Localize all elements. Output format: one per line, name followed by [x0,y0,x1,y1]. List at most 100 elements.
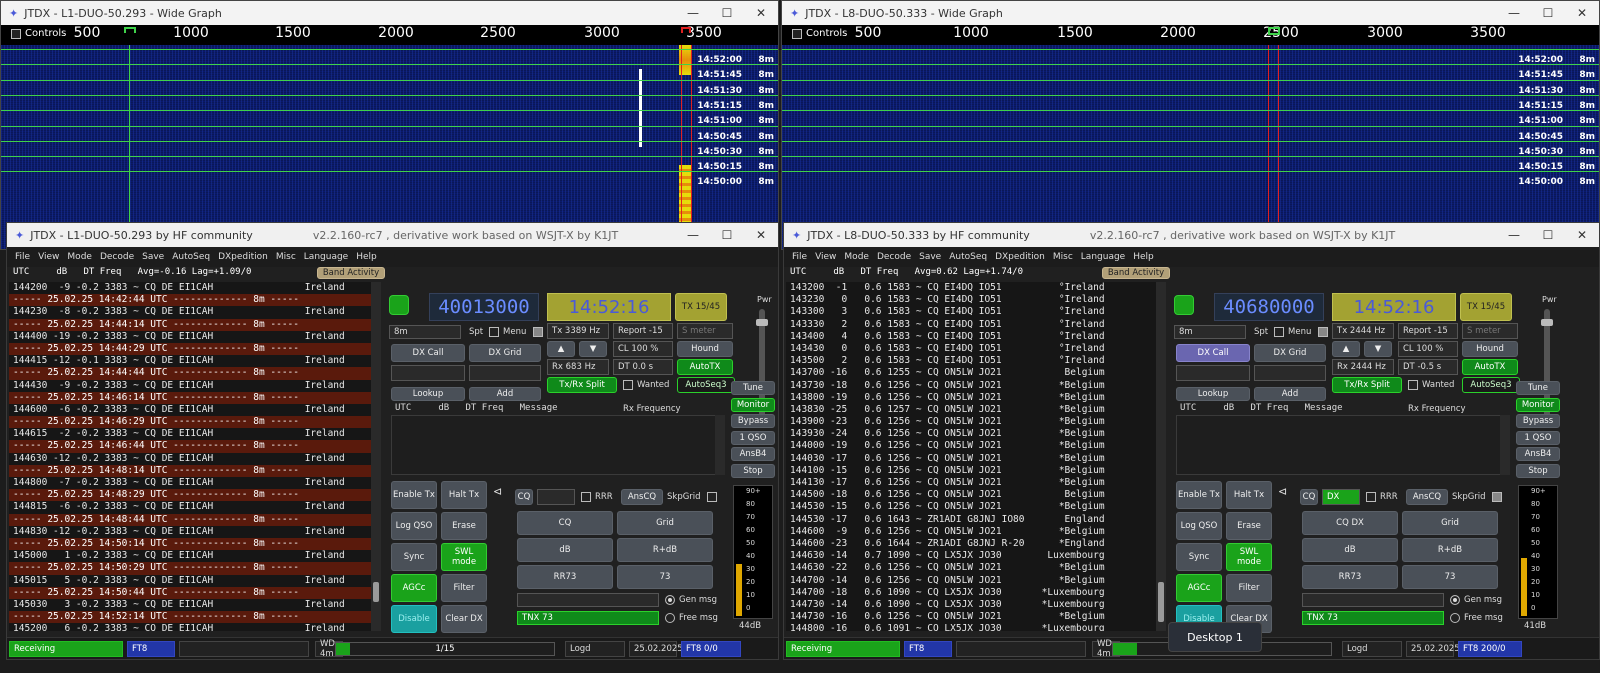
anscq-button[interactable]: AnsCQ [1406,489,1448,505]
band-activity-list[interactable]: 144200 -9 -0.2 3383 ~ CQ DE EI1CAH Irela… [9,282,371,631]
decode-row[interactable]: 144800 -16 0.6 1091 ~ CQ LX5JX JO30 *Lux… [786,623,1156,631]
period-separator-row[interactable]: ----- 25.02.25 14:48:14 UTC ------------… [9,464,371,477]
close-icon[interactable]: ✕ [1565,1,1599,25]
menu-save[interactable]: Save [142,252,164,262]
add-button[interactable]: Add [469,387,541,401]
band-activity-scrollbar[interactable] [1156,282,1166,631]
db-button[interactable]: dB [1302,538,1398,562]
wide-graph-left-titlebar[interactable]: ✦ JTDX - L1-DUO-50.293 - Wide Graph — ☐ ✕ [1,1,778,25]
period-separator-row[interactable]: ----- 25.02.25 14:46:14 UTC ------------… [9,391,371,404]
cq-button[interactable]: CQ [517,511,613,535]
free-text-field[interactable] [1302,593,1444,607]
filter-button[interactable]: Filter [441,574,487,602]
seventy-three-button[interactable]: 73 [1402,565,1498,589]
decode-row[interactable]: 144815 -6 -0.2 3383 ~ CQ DE EI1CAH Irela… [9,501,371,513]
decode-row[interactable]: 144615 -2 -0.2 3383 ~ CQ DE EI1CAH Irela… [9,428,371,440]
log-qso-button[interactable]: Log QSO [1176,512,1222,540]
free-msg-radio[interactable] [665,613,675,623]
decode-row[interactable]: 144600 -9 0.6 1256 ~ CQ ON5LW JO21 *Belg… [786,526,1156,538]
decode-row[interactable]: 144800 -7 -0.2 3383 ~ CQ DE EI1CAH Irela… [9,477,371,489]
halt-tx-button[interactable]: Halt Tx [441,481,487,509]
decode-row[interactable]: 144430 -9 -0.2 3383 ~ CQ DE EI1CAH Irela… [9,380,371,392]
rx-scrollbar[interactable] [715,415,725,475]
gen-msg-radio[interactable] [665,595,675,605]
free-text-field[interactable] [517,593,659,607]
decode-row[interactable]: 144730 -16 0.6 1256 ~ CQ ON5LW JO21 *Bel… [786,611,1156,623]
tx-rx-split-button[interactable]: Tx/Rx Split [1332,377,1402,393]
tx-marker[interactable] [681,27,691,33]
rx-tx-marker[interactable] [1268,27,1280,35]
period-separator-row[interactable]: ----- 25.02.25 14:48:29 UTC ------------… [9,489,371,502]
period-separator-row[interactable]: ----- 25.02.25 14:44:29 UTC ------------… [9,342,371,356]
dx-call-field[interactable] [391,365,465,381]
tune-button[interactable]: Tune [731,381,775,395]
cl-spin[interactable]: CL 100 % [1398,341,1458,357]
menu-view[interactable]: View [815,252,836,262]
sync-button[interactable]: Sync [1176,543,1222,571]
tx-down-button[interactable]: ▼ [1364,341,1392,357]
decode-row[interactable]: 144700 -14 0.6 1256 ~ CQ ON5LW JO21 *Bel… [786,575,1156,587]
tune-button[interactable]: Tune [1516,381,1560,395]
lookup-button[interactable]: Lookup [391,387,465,401]
minimize-icon[interactable]: — [1497,1,1531,25]
menu-dxpedition[interactable]: DXpedition [995,252,1045,262]
decode-row[interactable]: 143200 -1 0.6 1583 ~ CQ EI4DQ IO51 °Irel… [786,282,1156,294]
autoseq3-button[interactable]: AutoSeq3 [677,377,735,393]
erase-button[interactable]: Erase [441,512,487,540]
cl-spin[interactable]: CL 100 % [613,341,673,357]
cq-label-button[interactable]: CQ [515,489,533,505]
period-separator-row[interactable]: ----- 25.02.25 14:42:44 UTC ------------… [9,294,371,307]
rx-marker[interactable] [124,27,136,33]
menu-save[interactable]: Save [919,252,941,262]
decode-row[interactable]: 143900 -23 0.6 1256 ~ CQ ON5LW JO21 *Bel… [786,416,1156,428]
stop-button[interactable]: Stop [1516,463,1560,478]
menu-autoseq[interactable]: AutoSeq [949,252,987,262]
log-qso-button[interactable]: Log QSO [391,512,437,540]
rx-frequency-spin[interactable]: Rx 2444 Hz [1332,359,1394,375]
rrr-checkbox[interactable] [581,492,591,502]
grid-button[interactable]: Grid [617,511,713,535]
ansb4-button[interactable]: AnsB4 [731,447,775,461]
decode-row[interactable]: 143400 4 0.6 1583 ~ CQ EI4DQ IO51 °Irela… [786,331,1156,343]
decode-row[interactable]: 144630 -12 -0.2 3383 ~ CQ DE EI1CAH Irel… [9,453,371,465]
decode-row[interactable]: 144730 -14 0.6 1090 ~ CQ LX5JX JO30 *Lux… [786,599,1156,611]
decode-row[interactable]: 143830 -25 0.6 1257 ~ CQ ON5LW JO21 *Bel… [786,404,1156,416]
band-activity-list[interactable]: 143200 -1 0.6 1583 ~ CQ EI4DQ IO51 °Irel… [786,282,1156,631]
waterfall-display[interactable] [1,45,778,249]
menu-language[interactable]: Language [1081,252,1125,262]
menu-file[interactable]: File [792,252,807,262]
decode-row[interactable]: 143230 0 0.6 1583 ~ CQ EI4DQ IO51 °Irela… [786,294,1156,306]
dx-grid-field[interactable] [1254,365,1326,381]
period-separator-row[interactable]: ----- 25.02.25 14:50:14 UTC ------------… [9,537,371,551]
skpgrid-checkbox[interactable] [1492,492,1502,502]
gen-message-select[interactable]: TNX 73 [1302,611,1444,625]
decode-row[interactable]: 144030 -17 0.6 1256 ~ CQ ON5LW JO21 *Bel… [786,453,1156,465]
maximize-icon[interactable]: ☐ [710,223,744,247]
halt-tx-button[interactable]: Halt Tx [1226,481,1272,509]
band-activity-button[interactable]: Band Activity [317,267,385,279]
period-separator-row[interactable]: ----- 25.02.25 14:48:44 UTC ------------… [9,513,371,526]
menu-dxpedition[interactable]: DXpedition [218,252,268,262]
decode-row[interactable]: 144130 -17 0.6 1256 ~ CQ ON5LW JO21 *Bel… [786,477,1156,489]
menu-help[interactable]: Help [356,252,377,262]
menu-misc[interactable]: Misc [276,252,296,262]
controls-checkbox[interactable] [792,28,802,39]
tx-rx-split-button[interactable]: Tx/Rx Split [547,377,617,393]
menu-misc[interactable]: Misc [1053,252,1073,262]
tx-frequency-spin[interactable]: Tx 2444 Hz [1332,323,1394,339]
band-activity-scrollbar[interactable] [371,282,381,631]
lookup-button[interactable]: Lookup [1176,387,1250,401]
sync-button[interactable]: Sync [391,543,437,571]
report-spin[interactable]: Report -15 [1398,323,1458,339]
menu-help[interactable]: Help [1133,252,1154,262]
decode-row[interactable]: 144630 -14 0.7 1090 ~ CQ LX5JX JO30 Luxe… [786,550,1156,562]
menu-view[interactable]: View [38,252,59,262]
autoseq3-button[interactable]: AutoSeq3 [1462,377,1520,393]
anscq-button[interactable]: AnsCQ [621,489,663,505]
dx-call-button[interactable]: DX Call [1176,344,1250,362]
cq-text-field[interactable] [537,489,575,505]
period-separator-row[interactable]: ----- 25.02.25 14:46:29 UTC ------------… [9,416,371,429]
menu-mode[interactable]: Mode [844,252,869,262]
monitor-button[interactable]: Monitor [1516,397,1560,412]
spt-checkbox[interactable] [489,327,499,337]
